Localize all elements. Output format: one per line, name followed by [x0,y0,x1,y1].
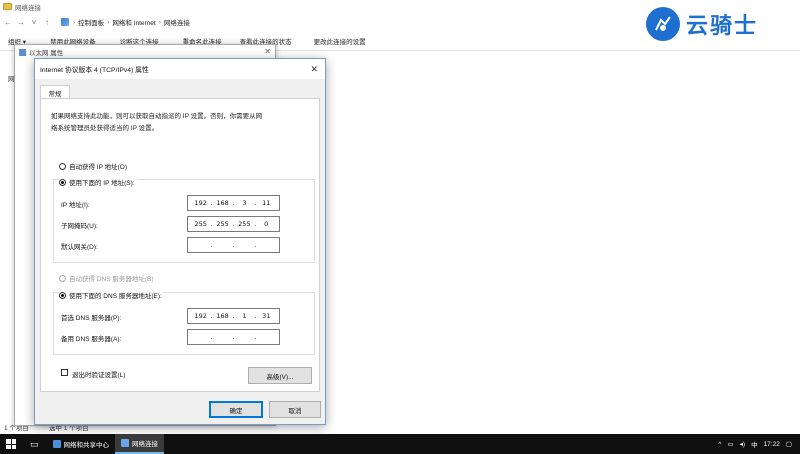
close-icon[interactable]: ✕ [310,64,318,75]
recent-chevron-icon[interactable]: ˅ [29,16,39,28]
taskbar-item-network-center[interactable]: 网络和共享中心 [47,434,116,454]
ipv4-dialog-title: Internet 协议版本 4 (TCP/IPv4) 属性 [40,67,149,74]
volume-icon[interactable]: ◂) [740,440,745,448]
windows-start-icon[interactable] [6,439,16,449]
cancel-button[interactable]: 取消 [269,401,321,418]
advanced-button[interactable]: 高级(V)... [248,367,312,384]
watermark-text: 云骑士 [686,14,759,39]
breadcrumb-network-internet[interactable]: 网络和 Internet [112,17,155,27]
knight-logo-icon [646,7,680,41]
control-panel-icon [61,18,69,26]
description-text: 如果网络支持此功能，则可以获取自动指派的 IP 设置。否则，你需要从网 络系统管… [51,113,263,132]
tab-general[interactable]: 常规 [40,85,70,99]
preferred-dns-label: 首选 DNS 服务器(P): [61,315,122,322]
manual-ip-option[interactable]: 使用下面的 IP 地址(S): [59,177,137,187]
alternate-dns-field[interactable]: . . . [187,329,280,345]
network-connections-icon [121,439,130,447]
folder-icon [3,3,12,10]
up-arrow-icon[interactable]: ↑ [42,16,52,28]
network-center-icon [52,440,61,448]
ethernet-properties-title: 以太网 属性 [29,50,64,57]
breadcrumb-network-connections[interactable]: 网络连接 [164,17,190,27]
window-title: 网络连接 [15,4,41,12]
ip-address-field[interactable]: 192. 168. 3. 11 [187,195,280,211]
breadcrumb-control-panel[interactable]: 控制面板 [78,17,104,27]
ethernet-properties-title-bar: 以太网 属性 [15,45,275,59]
ipv4-dialog-title-bar: Internet 协议版本 4 (TCP/IPv4) 属性 [35,59,325,79]
close-icon[interactable]: ✕ [264,47,271,56]
validate-on-exit-label: 退出时验证设置(L) [72,372,126,379]
manual-dns-option[interactable]: 使用下面的 DNS 服务器地址(E): [59,290,164,300]
clock[interactable]: 17:22 [764,441,780,448]
general-tab-panel: 如果网络支持此功能，则可以获取自动指派的 IP 设置。否则，你需要从网 络系统管… [40,98,320,392]
watermark-logo: 云骑士 [646,4,796,44]
default-gateway-field[interactable]: . . . [187,237,280,253]
ok-button[interactable]: 确定 [209,401,263,418]
taskbar: ▭ 网络和共享中心 网络连接 ^ ▭ ◂) 中 17:22 ▢ [0,434,800,454]
default-gateway-label: 默认网关(D): [61,244,98,251]
back-arrow-icon[interactable]: ← [3,16,13,28]
ip-address-label: IP 地址(I): [61,202,90,209]
tray-expand-icon[interactable]: ^ [718,441,721,448]
network-adapter-icon [19,48,26,56]
manual-dns-radio[interactable] [59,291,66,299]
dialog-body: 常规 如果网络支持此功能，则可以获取自动指派的 IP 设置。否则，你需要从网 络… [35,79,325,424]
taskbar-item-network-connections[interactable]: 网络连接 [115,434,165,454]
auto-dns-radio [59,274,66,282]
auto-dns-option: 自动获得 DNS 服务器地址(B) [59,273,154,283]
breadcrumb[interactable]: › 控制面板 › 网络和 Internet › 网络连接 [58,16,638,29]
subnet-mask-field[interactable]: 255. 255. 255. 0 [187,216,280,232]
change-settings-button[interactable]: 更改此连接的设置 [314,36,366,46]
auto-ip-radio[interactable] [59,162,66,170]
manual-ip-radio[interactable] [59,178,66,186]
validate-on-exit-checkbox[interactable] [61,369,68,376]
system-tray: ^ ▭ ◂) 中 17:22 ▢ [718,439,800,450]
task-view-icon[interactable]: ▭ [30,439,39,450]
notification-icon[interactable]: ▢ [786,440,792,448]
preferred-dns-field[interactable]: 192. 168. 1. 31 [187,308,280,324]
subnet-mask-label: 子网掩码(U): [61,223,98,230]
ipv4-properties-dialog: Internet 协议版本 4 (TCP/IPv4) 属性 ✕ 常规 如果网络支… [34,58,326,425]
input-method-indicator[interactable]: 中 [751,439,758,449]
forward-arrow-icon[interactable]: → [16,16,26,28]
auto-ip-option[interactable]: 自动获得 IP 地址(O) [59,161,127,171]
alternate-dns-label: 备用 DNS 服务器(A): [61,336,122,343]
network-tray-icon[interactable]: ▭ [727,440,733,448]
